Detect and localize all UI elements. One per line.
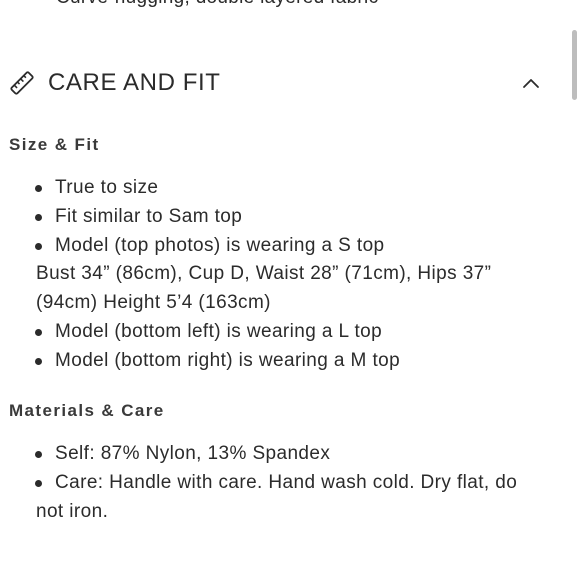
list-item-text: Bust 34” (86cm), Cup D, Waist 28” (71cm)… xyxy=(36,263,492,285)
list-item-text: (94cm) Height 5’4 (163cm) xyxy=(36,292,271,314)
size-fit-heading: Size & Fit xyxy=(9,135,100,154)
chevron-up-icon[interactable] xyxy=(522,76,540,90)
bullet-dot xyxy=(35,242,42,250)
list-item: Model (bottom right) is wearing a M top xyxy=(0,347,570,376)
accordion-title: CARE AND FIT xyxy=(48,69,221,96)
list-item-text: Fit similar to Sam top xyxy=(55,205,243,227)
list-item-text: not iron. xyxy=(36,500,109,522)
previous-list-item-text: Curve-hugging, double layered fabric xyxy=(56,0,378,8)
list-item-continuation: Bust 34” (86cm), Cup D, Waist 28” (71cm)… xyxy=(0,260,570,289)
list-item-continuation: not iron. xyxy=(0,498,570,527)
materials-care-list: Self: 87% Nylon, 13% Spandex Care: Handl… xyxy=(0,440,570,526)
product-details-panel: Curve-hugging, double layered fabric CAR… xyxy=(0,0,580,580)
list-item: Model (top photos) is wearing a S top xyxy=(0,232,570,261)
list-item-text: Self: 87% Nylon, 13% Spandex xyxy=(55,443,331,464)
ruler-icon xyxy=(10,71,34,95)
size-fit-list: True to size Fit similar to Sam top Mode… xyxy=(0,174,570,376)
list-item-continuation: (94cm) Height 5’4 (163cm) xyxy=(0,289,570,318)
list-item: Fit similar to Sam top xyxy=(0,203,570,232)
materials-care-heading: Materials & Care xyxy=(9,401,165,420)
previous-list-item: Curve-hugging, double layered fabric xyxy=(0,0,378,9)
bullet-dot xyxy=(35,185,42,192)
bullet-dot xyxy=(35,479,42,487)
care-and-fit-accordion-header[interactable]: CARE AND FIT xyxy=(0,62,560,104)
list-item: Self: 87% Nylon, 13% Spandex xyxy=(0,440,570,469)
list-item-text: Care: Handle with care. Hand wash cold. … xyxy=(55,471,518,493)
scrollbar-thumb[interactable] xyxy=(572,30,577,100)
bullet-dot xyxy=(35,451,42,458)
bullet-dot xyxy=(35,328,42,336)
bullet-dot xyxy=(35,213,42,221)
list-item-text: Model (top photos) is wearing a S top xyxy=(55,234,385,256)
list-item: Care: Handle with care. Hand wash cold. … xyxy=(0,469,570,498)
list-item-text: Model (bottom right) is wearing a M top xyxy=(55,349,401,371)
list-item: Model (bottom left) is wearing a L top xyxy=(0,318,570,347)
list-item-text: Model (bottom left) is wearing a L top xyxy=(55,320,383,342)
bullet-dot xyxy=(35,357,42,365)
list-item: True to size xyxy=(0,174,570,203)
list-item-text: True to size xyxy=(55,177,159,198)
